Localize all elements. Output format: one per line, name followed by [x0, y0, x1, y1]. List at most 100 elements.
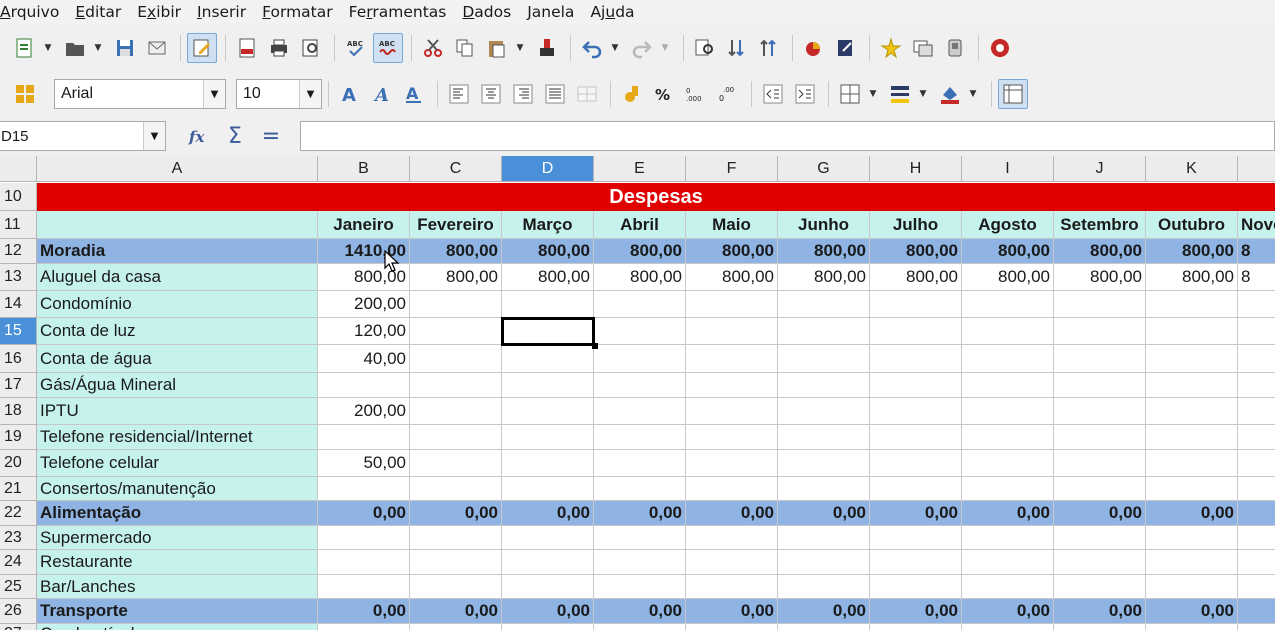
value-cell[interactable]	[1146, 291, 1238, 318]
value-cell[interactable]	[1238, 318, 1275, 345]
open-folder-icon[interactable]	[60, 33, 90, 63]
align-center-icon[interactable]	[476, 79, 506, 109]
value-cell[interactable]	[778, 450, 870, 477]
value-cell[interactable]: 0,00	[870, 501, 962, 526]
month-header-cell[interactable]: Abril	[594, 211, 686, 239]
equals-icon[interactable]: =	[254, 121, 288, 151]
value-cell[interactable]	[870, 450, 962, 477]
item-label-cell[interactable]: Restaurante	[37, 550, 318, 575]
row-header-19[interactable]: 19	[0, 425, 37, 450]
value-cell[interactable]	[1054, 550, 1146, 575]
row-header-25[interactable]: 25	[0, 575, 37, 599]
value-cell[interactable]	[870, 398, 962, 425]
value-cell[interactable]	[410, 345, 502, 373]
value-cell[interactable]	[1146, 425, 1238, 450]
value-cell[interactable]	[1238, 477, 1275, 501]
value-cell[interactable]	[962, 526, 1054, 550]
row-header-22[interactable]: 22	[0, 501, 37, 526]
copy-icon[interactable]	[450, 33, 480, 63]
item-label-cell[interactable]: Conta de luz	[37, 318, 318, 345]
column-header-a[interactable]: A	[37, 156, 318, 182]
row-header-21[interactable]: 21	[0, 477, 37, 501]
value-cell[interactable]	[686, 291, 778, 318]
border-style-icon[interactable]	[885, 79, 915, 109]
value-cell[interactable]: 800,00	[962, 239, 1054, 264]
value-cell[interactable]	[502, 373, 594, 398]
value-cell[interactable]: 0,00	[778, 501, 870, 526]
value-cell[interactable]	[962, 450, 1054, 477]
sheet-title[interactable]: Despesas	[37, 183, 1275, 211]
increase-indent-icon[interactable]	[790, 79, 820, 109]
value-cell[interactable]: 0,00	[1054, 599, 1146, 624]
value-cell[interactable]	[1054, 425, 1146, 450]
value-cell[interactable]: 0,00	[686, 599, 778, 624]
value-cell[interactable]	[962, 373, 1054, 398]
borders-icon[interactable]	[835, 79, 865, 109]
menu-janela[interactable]: Janela	[519, 3, 582, 21]
value-cell[interactable]	[962, 318, 1054, 345]
row-header-18[interactable]: 18	[0, 398, 37, 425]
value-cell[interactable]	[594, 398, 686, 425]
value-cell[interactable]	[502, 450, 594, 477]
value-cell[interactable]: 0,00	[594, 599, 686, 624]
value-cell[interactable]	[410, 450, 502, 477]
column-header-e[interactable]: E	[594, 156, 686, 182]
value-cell[interactable]: 40,00	[318, 345, 410, 373]
italic-icon[interactable]: A	[367, 79, 397, 109]
value-cell[interactable]	[1146, 624, 1238, 630]
value-cell[interactable]: 0,00	[1146, 501, 1238, 526]
value-cell[interactable]	[502, 550, 594, 575]
value-cell[interactable]	[410, 425, 502, 450]
month-header-cell[interactable]: Fevereiro	[410, 211, 502, 239]
column-header-j[interactable]: J	[1054, 156, 1146, 182]
chevron-down-icon[interactable]: ▼	[203, 80, 225, 108]
column-header-i[interactable]: I	[962, 156, 1054, 182]
row-header-14[interactable]: 14	[0, 291, 37, 318]
align-left-icon[interactable]	[444, 79, 474, 109]
value-cell[interactable]	[318, 575, 410, 599]
value-cell[interactable]	[502, 624, 594, 630]
value-cell[interactable]	[502, 477, 594, 501]
value-cell[interactable]: 120,00	[318, 318, 410, 345]
bold-icon[interactable]: A	[335, 79, 365, 109]
category-label-cell[interactable]: Moradia	[37, 239, 318, 264]
background-color-dropdown-icon[interactable]: ▼	[967, 79, 979, 109]
value-cell[interactable]	[1238, 398, 1275, 425]
font-name-value[interactable]: Arial	[55, 85, 203, 103]
value-cell[interactable]	[686, 373, 778, 398]
row-header-10[interactable]: 10	[0, 183, 37, 211]
item-label-cell[interactable]: Bar/Lanches	[37, 575, 318, 599]
merge-cells-icon[interactable]	[572, 79, 602, 109]
value-cell[interactable]	[962, 575, 1054, 599]
value-cell[interactable]	[502, 425, 594, 450]
month-header-cell[interactable]: Janeiro	[318, 211, 410, 239]
value-cell[interactable]: 800,00	[410, 264, 502, 291]
formula-input[interactable]	[300, 121, 1275, 151]
value-cell[interactable]	[502, 575, 594, 599]
value-cell[interactable]	[778, 425, 870, 450]
row-header-13[interactable]: 13	[0, 264, 37, 291]
item-label-cell[interactable]: Gás/Água Mineral	[37, 373, 318, 398]
value-cell[interactable]: 800,00	[1054, 239, 1146, 264]
category-label-cell[interactable]: Transporte	[37, 599, 318, 624]
month-header-cell[interactable]: Nove	[1238, 211, 1275, 239]
column-header-g[interactable]: G	[778, 156, 870, 182]
value-cell[interactable]: 0,00	[594, 501, 686, 526]
value-cell[interactable]	[594, 318, 686, 345]
value-cell[interactable]	[502, 345, 594, 373]
value-cell[interactable]	[686, 575, 778, 599]
pivot-table-icon[interactable]	[831, 33, 861, 63]
value-cell[interactable]	[870, 526, 962, 550]
value-cell[interactable]	[1054, 624, 1146, 630]
value-cell[interactable]	[1146, 526, 1238, 550]
value-cell[interactable]: 800,00	[410, 239, 502, 264]
item-label-cell[interactable]: Conta de água	[37, 345, 318, 373]
clone-formatting-icon[interactable]	[532, 33, 562, 63]
value-cell[interactable]	[1238, 575, 1275, 599]
value-cell[interactable]	[594, 425, 686, 450]
value-cell[interactable]	[1238, 345, 1275, 373]
column-header-d[interactable]: D	[502, 156, 594, 182]
navigator-icon[interactable]	[940, 33, 970, 63]
value-cell[interactable]	[502, 291, 594, 318]
menu-editar[interactable]: Editar	[67, 3, 129, 21]
